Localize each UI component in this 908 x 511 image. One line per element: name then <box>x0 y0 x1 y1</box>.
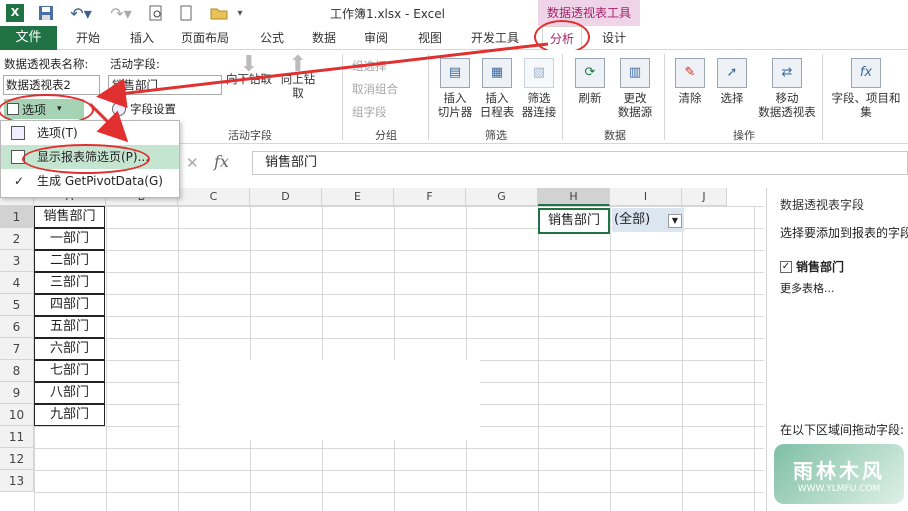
arrow-options-to-menu <box>88 102 129 143</box>
annotation-arrows <box>88 42 549 143</box>
arrow-analyze-to-options <box>96 42 549 109</box>
